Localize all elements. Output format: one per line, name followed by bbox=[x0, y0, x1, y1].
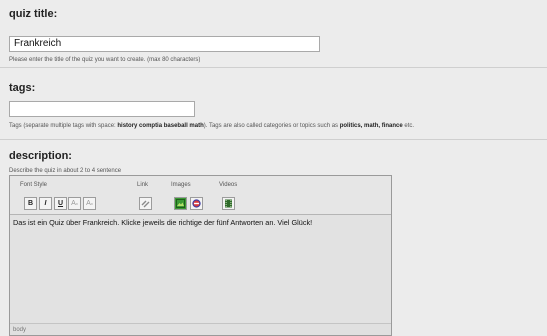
tags-label: tags: bbox=[9, 82, 36, 94]
superscript-marker: x bbox=[90, 201, 93, 206]
rich-text-editor: Font Style Link Images Videos B I U Ax A… bbox=[9, 175, 392, 336]
quiz-title-section: quiz title: Frankreich Please enter the … bbox=[0, 0, 547, 67]
insert-video-button[interactable] bbox=[222, 197, 235, 210]
link-icon bbox=[141, 200, 150, 208]
link-group-label: Link bbox=[137, 182, 149, 188]
tags-hint-example: history comptia baseball math bbox=[117, 123, 204, 129]
quiz-title-hint: Please enter the title of the quiz you w… bbox=[9, 57, 201, 63]
bold-button[interactable]: B bbox=[24, 197, 37, 210]
superscript-button[interactable]: Ax bbox=[83, 197, 96, 210]
image-icon bbox=[176, 199, 185, 208]
tags-hint: Tags (separate multiple tags with space:… bbox=[9, 123, 414, 129]
tags-hint-suffix: etc. bbox=[402, 123, 415, 129]
images-group-label: Images bbox=[171, 182, 191, 188]
videos-group-label: Videos bbox=[219, 182, 238, 188]
tags-hint-prefix: Tags (separate multiple tags with space: bbox=[9, 123, 118, 129]
underline-button[interactable]: U bbox=[54, 197, 67, 210]
editor-toolbar: Font Style Link Images Videos B I U Ax A… bbox=[10, 176, 391, 215]
description-label: description: bbox=[9, 150, 72, 162]
editor-path-footer: body bbox=[10, 323, 391, 335]
tags-section: tags: Tags (separate multiple tags with … bbox=[0, 68, 547, 139]
insert-link-button[interactable] bbox=[139, 197, 152, 210]
tags-input[interactable] bbox=[9, 101, 195, 117]
film-icon bbox=[225, 199, 232, 208]
description-hint: Describe the quiz in about 2 to 4 senten… bbox=[9, 168, 122, 174]
subscript-button[interactable]: Ax bbox=[68, 197, 81, 210]
tags-hint-mid: ). Tags are also called categories or to… bbox=[203, 123, 340, 129]
insert-image-button[interactable] bbox=[174, 197, 187, 210]
insert-image-url-button[interactable] bbox=[190, 197, 203, 210]
italic-button[interactable]: I bbox=[39, 197, 52, 210]
image-url-icon bbox=[192, 199, 201, 208]
tags-hint-topics: politics, math, finance bbox=[339, 123, 403, 129]
font-style-group-label: Font Style bbox=[20, 182, 48, 188]
subscript-marker: x bbox=[75, 201, 78, 206]
description-editor-body[interactable]: Das ist ein Quiz über Frankreich. Klicke… bbox=[13, 218, 388, 228]
quiz-title-input[interactable]: Frankreich bbox=[9, 36, 320, 52]
quiz-title-label: quiz title: bbox=[9, 8, 58, 20]
